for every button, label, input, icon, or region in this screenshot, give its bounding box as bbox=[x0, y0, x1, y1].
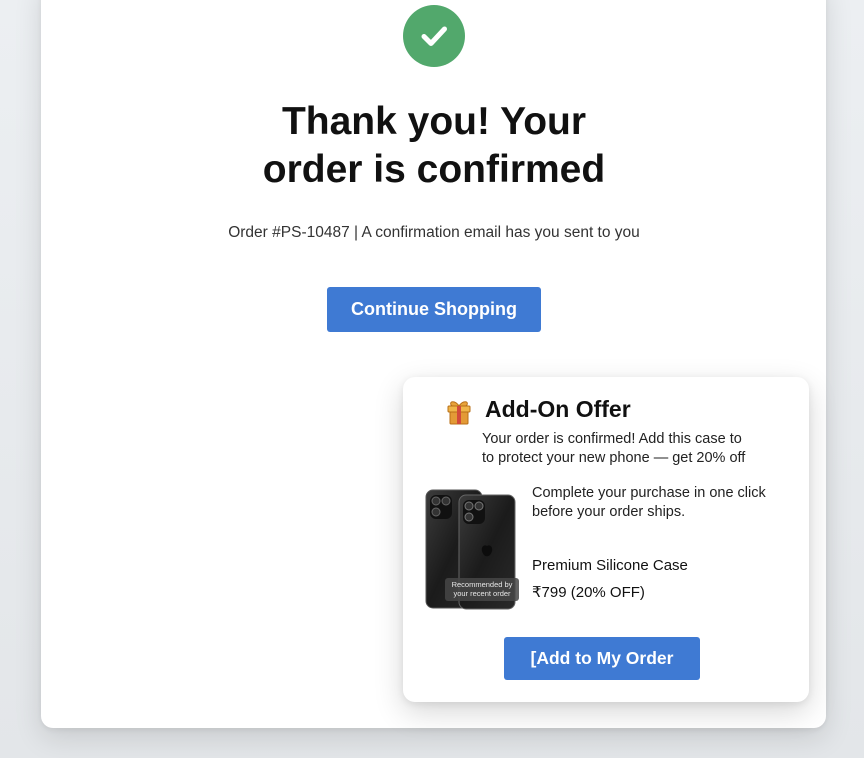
check-circle-icon bbox=[403, 5, 465, 67]
product-image-caption-line-2: your recent order bbox=[453, 589, 511, 598]
add-on-offer-popup: Add-On Offer Your order is confirmed! Ad… bbox=[403, 377, 809, 702]
offer-description-line-1: Your order is confirmed! Add this case t… bbox=[482, 431, 742, 447]
offer-title: Add-On Offer bbox=[485, 396, 631, 422]
product-image-caption: Recommended by your recent order bbox=[445, 578, 519, 601]
offer-description-line-2: to protect your new phone — get 20% off bbox=[482, 450, 746, 466]
gift-icon bbox=[445, 398, 473, 426]
continue-shopping-button[interactable]: Continue Shopping bbox=[327, 287, 541, 332]
page-title: Thank you! Your order is confirmed bbox=[200, 98, 668, 194]
offer-note: Complete your purchase in one click befo… bbox=[532, 484, 792, 522]
product-price: ₹799 (20% OFF) bbox=[532, 584, 645, 601]
page-title-line-1: Thank you! Your bbox=[281, 100, 587, 143]
product-image-caption-line-1: Recommended by bbox=[451, 580, 513, 589]
order-info-text: Order #PS-10487 | A confirmation email h… bbox=[228, 224, 640, 241]
product-name: Premium Silicone Case bbox=[532, 557, 688, 574]
offer-note-line-1: Complete your purchase in one click bbox=[532, 485, 766, 501]
offer-description: Your order is confirmed! Add this case t… bbox=[482, 430, 772, 468]
add-to-order-button[interactable]: [Add to My Order bbox=[504, 637, 700, 680]
offer-note-line-2: before your order ships. bbox=[532, 504, 686, 520]
page-title-line-2: order is confirmed bbox=[262, 148, 606, 191]
